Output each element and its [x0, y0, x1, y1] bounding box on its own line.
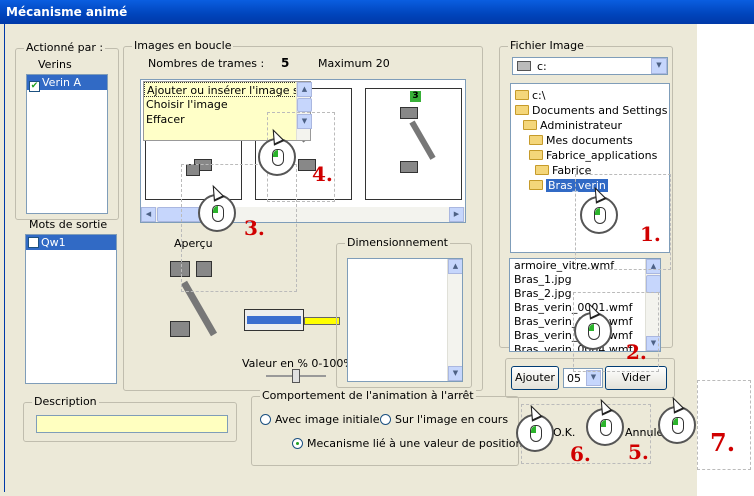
- scroll-down-icon[interactable]: ▼: [448, 366, 462, 381]
- tree-item[interactable]: Documents and Settings: [515, 103, 668, 118]
- chevron-down-icon[interactable]: ▼: [586, 370, 601, 386]
- actionne-group: Actionné par : Verins ✔ Verin A: [15, 41, 119, 220]
- menu-item-choisir[interactable]: Choisir l'image: [144, 97, 310, 112]
- drive-value: c:: [537, 60, 547, 73]
- tree-item[interactable]: c:\: [515, 88, 545, 103]
- drive-icon: [517, 61, 531, 71]
- mouse-cursor-icon: [658, 394, 696, 444]
- mouse-cursor-icon: [516, 402, 554, 452]
- title-bar: Mécanisme animé: [0, 0, 754, 24]
- mouse-cursor-icon: [586, 396, 624, 446]
- scroll-thumb[interactable]: [646, 275, 660, 293]
- mouse-cursor-icon: [580, 184, 618, 234]
- tree-item[interactable]: Mes documents: [529, 133, 633, 148]
- dim-scrollbar[interactable]: ▲ ▼: [447, 259, 462, 381]
- window-title: Mécanisme animé: [6, 5, 128, 19]
- drive-select[interactable]: c: ▼: [512, 57, 668, 75]
- radio-avec-image[interactable]: Avec image initiale: [260, 413, 379, 426]
- radio-valeur-position[interactable]: Mecanisme lié à une valeur de position: [292, 437, 523, 450]
- verins-list[interactable]: ✔ Verin A: [26, 74, 108, 214]
- window: Mécanisme animé Actionné par : Verins ✔ V…: [0, 0, 754, 496]
- images-label: Images en boucle: [132, 39, 234, 52]
- folder-open-icon: [523, 120, 537, 130]
- frame-number: 3: [410, 91, 421, 102]
- images-group: Images en boucle Nombres de trames : 5 M…: [123, 39, 483, 391]
- folder-open-icon: [529, 135, 543, 145]
- step-marker-4: 4.: [312, 162, 333, 186]
- description-label: Description: [32, 395, 99, 408]
- mot-checkbox[interactable]: [28, 237, 39, 248]
- tree-item[interactable]: Fabrice_applications: [529, 148, 657, 163]
- tree-item[interactable]: Administrateur: [523, 118, 622, 133]
- frame-arm: [409, 120, 436, 160]
- mouse-cursor-icon: [258, 126, 296, 176]
- list-item[interactable]: Qw1: [26, 235, 116, 250]
- scroll-right-icon[interactable]: ▶: [449, 207, 464, 222]
- fichier-label: Fichier Image: [508, 39, 586, 52]
- slider-bar: [304, 317, 340, 325]
- verin-label: Verin A: [42, 76, 82, 89]
- dimensionnement-list[interactable]: ▲ ▼: [347, 258, 463, 382]
- max-label: Maximum 20: [318, 57, 390, 70]
- radio-icon: [260, 414, 271, 425]
- mots-sortie-list[interactable]: Qw1: [25, 234, 117, 384]
- ajouter-button[interactable]: Ajouter: [511, 366, 559, 390]
- step-marker-2: 2.: [626, 340, 647, 364]
- dimensionnement-group: Dimensionnement ▲ ▼: [336, 236, 472, 388]
- file-item[interactable]: Bras_1.jpg: [510, 273, 660, 287]
- folder-open-icon: [515, 105, 529, 115]
- folder-open-icon: [515, 90, 529, 100]
- cylinder-icon: [244, 309, 304, 331]
- folder-open-icon: [529, 150, 543, 160]
- mouse-cursor-icon: [574, 300, 612, 350]
- mot-label: Qw1: [41, 236, 66, 249]
- comportement-label: Comportement de l'animation à l'arrêt: [260, 389, 476, 402]
- radio-icon: [380, 414, 391, 425]
- step-marker-5: 5.: [628, 440, 649, 464]
- right-margin: [697, 24, 754, 496]
- step-marker-3: 3.: [244, 216, 265, 240]
- step-marker-1: 1.: [640, 222, 661, 246]
- frame-3[interactable]: 3: [365, 88, 462, 200]
- mots-sortie-group: Mots de sortie Qw1: [25, 218, 119, 389]
- description-group: Description: [23, 395, 237, 442]
- step-marker-6: 6.: [570, 442, 591, 466]
- description-input[interactable]: [36, 415, 228, 433]
- step-marker-7: 7.: [710, 428, 736, 457]
- menu-item-ajouter[interactable]: Ajouter ou insérer l'image suivan: [144, 82, 297, 97]
- scroll-up-icon[interactable]: ▲: [297, 82, 312, 97]
- verin-checkbox[interactable]: ✔: [29, 81, 40, 92]
- cylinder-rod: [247, 316, 301, 324]
- comportement-group: Comportement de l'animation à l'arrêt Av…: [251, 389, 523, 466]
- scroll-thumb[interactable]: [297, 98, 312, 112]
- radio-icon: [292, 438, 303, 449]
- actionne-label: Actionné par :: [24, 41, 106, 54]
- dimensionnement-label: Dimensionnement: [345, 236, 450, 249]
- folder-open-icon: [529, 180, 543, 190]
- frames-value: 5: [281, 56, 290, 70]
- frame-block: [400, 107, 418, 119]
- folder-open-icon: [535, 165, 549, 175]
- list-item[interactable]: ✔ Verin A: [27, 75, 107, 92]
- frames-label: Nombres de trames :: [148, 57, 265, 70]
- valeur-slider[interactable]: [266, 369, 326, 383]
- chevron-down-icon[interactable]: ▼: [651, 58, 667, 74]
- verins-label: Verins: [38, 58, 72, 71]
- radio-image-en-cours[interactable]: Sur l'image en cours: [380, 413, 508, 426]
- preview-block: [170, 321, 190, 337]
- mots-sortie-label: Mots de sortie: [29, 218, 108, 231]
- slider-thumb[interactable]: [292, 369, 300, 383]
- scroll-left-icon[interactable]: ◀: [141, 207, 156, 222]
- scroll-up-icon[interactable]: ▲: [448, 259, 462, 274]
- mouse-cursor-icon: [198, 182, 236, 232]
- frame-block: [400, 161, 418, 173]
- count-value: 05: [567, 372, 581, 385]
